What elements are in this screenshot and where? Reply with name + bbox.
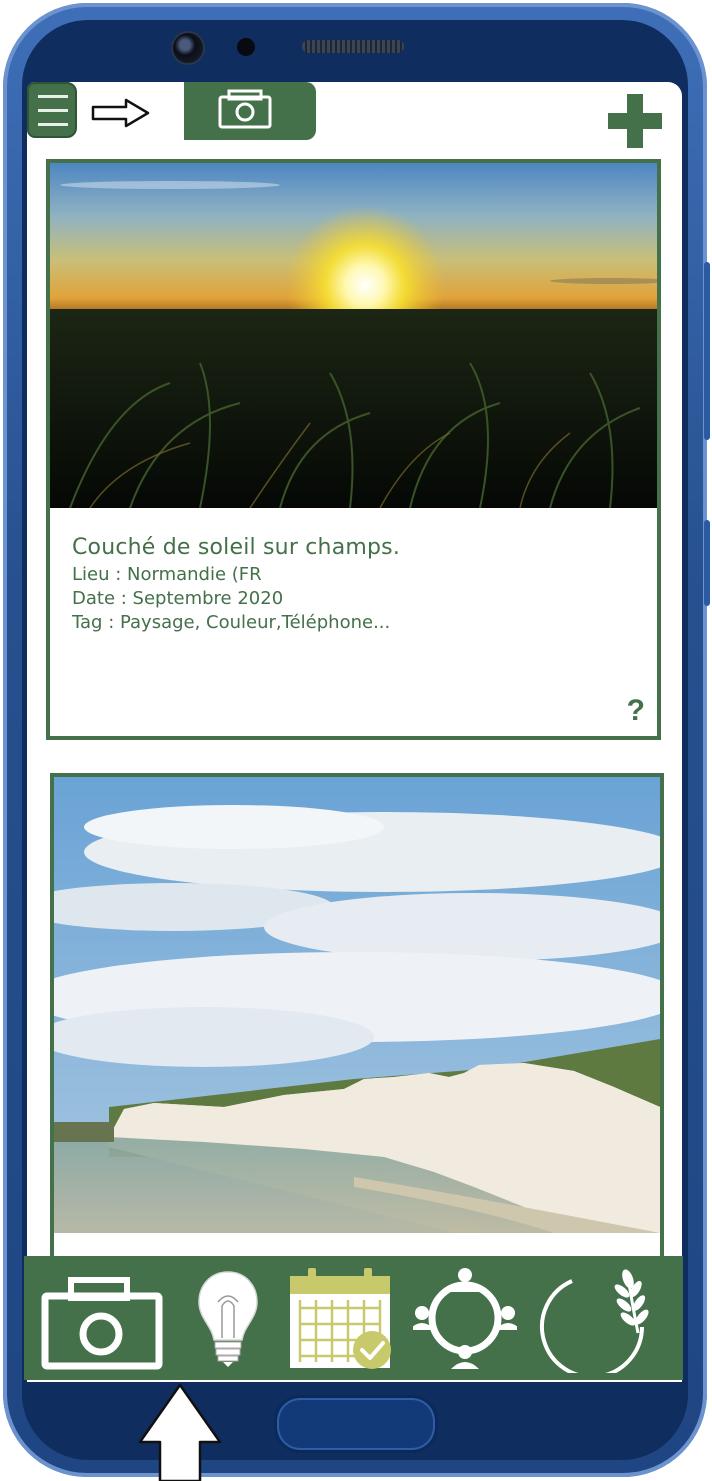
lightbulb-icon [198, 1271, 258, 1367]
nav-community[interactable] [410, 1256, 520, 1380]
calendar-check-icon [290, 1268, 391, 1369]
camera-tab[interactable] [184, 82, 316, 140]
menu-button[interactable] [27, 82, 77, 138]
sunset-photo [50, 163, 657, 508]
speaker-grille [302, 40, 404, 53]
volume-button [704, 262, 710, 440]
nav-camera[interactable] [36, 1256, 166, 1380]
card-date: Date : Septembre 2020 [72, 588, 284, 609]
camera-icon [41, 1277, 163, 1370]
camera-icon [218, 89, 272, 129]
card-details: Couché de soleil sur champs. Lieu : Norm… [72, 533, 400, 635]
sensor-icon [237, 38, 255, 56]
card-tags: Tag : Paysage, Couleur,Téléphone... [72, 612, 391, 633]
bottom-nav [24, 1256, 683, 1380]
front-camera-icon [171, 31, 205, 65]
nav-calendar[interactable] [286, 1256, 394, 1380]
photo-card[interactable] [50, 773, 664, 1273]
card-location: Lieu : Normandie (FR [72, 564, 262, 585]
cliffs-photo [54, 777, 660, 1233]
arrow-right-icon [91, 98, 150, 128]
home-button[interactable] [274, 1395, 438, 1453]
help-button[interactable]: ? [627, 694, 645, 728]
photo-card[interactable]: Couché de soleil sur champs. Lieu : Norm… [46, 159, 661, 740]
card-title: Couché de soleil sur champs. [72, 535, 401, 560]
arrow-up-icon [138, 1383, 222, 1481]
nav-ideas[interactable] [178, 1256, 278, 1380]
wheat-leaf-icon [540, 1269, 649, 1373]
add-button[interactable] [608, 94, 662, 148]
power-button [704, 520, 710, 606]
plus-icon [608, 94, 662, 148]
nav-nature[interactable] [532, 1256, 662, 1380]
community-icon [413, 1268, 517, 1369]
